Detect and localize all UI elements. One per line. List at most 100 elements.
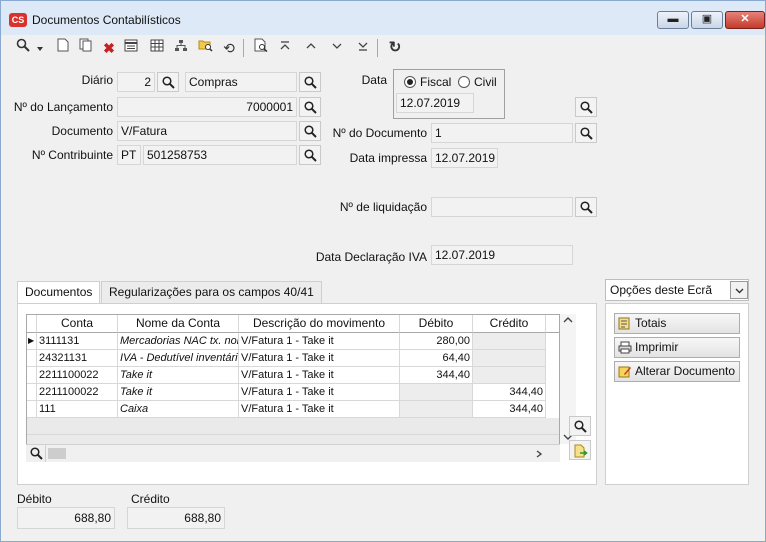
search-icon xyxy=(580,127,593,140)
ndoc-field[interactable]: 1 xyxy=(431,123,573,143)
scroll-right-icon xyxy=(536,450,542,458)
refresh-icon[interactable]: ⟲ xyxy=(219,38,239,58)
diario-code-field[interactable]: 2 xyxy=(117,72,155,92)
options-panel: Totais Imprimir Alterar Documento xyxy=(605,303,749,485)
col-header-nome[interactable]: Nome da Conta xyxy=(118,315,239,333)
cell-conta[interactable]: 2211100022 xyxy=(37,384,118,401)
imprimir-button[interactable]: Imprimir xyxy=(614,337,740,358)
cell-descricao[interactable]: V/Fatura 1 - Take it xyxy=(239,350,400,367)
ndoc-label: Nº do Documento xyxy=(332,126,427,140)
diario-search-button[interactable] xyxy=(157,72,179,92)
alterar-documento-button[interactable]: Alterar Documento xyxy=(614,361,740,382)
contribuinte-field[interactable]: 501258753 xyxy=(143,145,297,165)
cell-debito[interactable] xyxy=(400,384,473,401)
cell-conta[interactable]: 111 xyxy=(37,401,118,418)
print-preview-icon[interactable] xyxy=(251,38,271,58)
cell-nome[interactable]: Mercadorias NAC tx. normal xyxy=(118,333,239,350)
total-credito-label: Crédito xyxy=(131,492,170,506)
window-title: Documentos Contabilísticos xyxy=(32,13,181,27)
grid-search-button[interactable] xyxy=(26,445,46,462)
diario-name-field[interactable]: Compras xyxy=(185,72,297,92)
total-debito-label: Débito xyxy=(17,492,52,506)
cell-nome[interactable]: Caixa xyxy=(118,401,239,418)
cell-descricao[interactable]: V/Fatura 1 - Take it xyxy=(239,384,400,401)
folder-search-icon[interactable] xyxy=(195,38,215,58)
diario-name-search-button[interactable] xyxy=(299,72,321,92)
edit-document-icon xyxy=(618,366,631,378)
cell-nome[interactable]: IVA - Dedutível inventário xyxy=(118,350,239,367)
cell-conta[interactable]: 24321131 xyxy=(37,350,118,367)
data-iva-field[interactable]: 12.07.2019 xyxy=(431,245,573,265)
search-icon[interactable] xyxy=(13,38,33,58)
cell-descricao[interactable]: V/Fatura 1 - Take it xyxy=(239,367,400,384)
search-icon xyxy=(30,447,43,460)
app-logo-icon: CS xyxy=(9,13,27,27)
last-record-icon[interactable] xyxy=(353,38,373,58)
contribuinte-country-field[interactable]: PT xyxy=(117,145,141,165)
col-header-conta[interactable]: Conta xyxy=(37,315,118,333)
options-collapse-button[interactable] xyxy=(730,281,748,299)
previous-record-icon[interactable] xyxy=(301,38,321,58)
liquidacao-field[interactable] xyxy=(431,197,573,217)
export-button[interactable] xyxy=(569,440,591,460)
minimize-button[interactable]: ▬ xyxy=(657,11,689,29)
hierarchy-icon[interactable] xyxy=(171,38,191,58)
cell-nome[interactable]: Take it xyxy=(118,384,239,401)
tab-regularizacoes[interactable]: Regularizações para os campos 40/41 xyxy=(101,281,322,303)
next-record-icon[interactable] xyxy=(327,38,347,58)
col-header-filler xyxy=(546,315,559,333)
civil-radio[interactable] xyxy=(458,76,470,88)
imprimir-label: Imprimir xyxy=(635,340,679,354)
cell-descricao[interactable]: V/Fatura 1 - Take it xyxy=(239,401,400,418)
documento-field[interactable]: V/Fatura xyxy=(117,121,297,141)
total-credito-field: 688,80 xyxy=(127,507,225,529)
data-impressa-field[interactable]: 12.07.2019 xyxy=(431,148,498,168)
row-indicator xyxy=(27,384,37,401)
col-header-credito[interactable]: Crédito xyxy=(473,315,546,333)
lancamento-search-button[interactable] xyxy=(299,97,321,117)
date-field[interactable]: 12.07.2019 xyxy=(396,93,474,113)
form-area: Diário 2 Compras Nº do Lançamento 700000… xyxy=(1,61,765,541)
new-document-icon[interactable] xyxy=(53,38,73,58)
col-header-debito[interactable]: Débito xyxy=(400,315,473,333)
cell-credito[interactable] xyxy=(473,333,546,350)
cell-conta[interactable]: 2211100022 xyxy=(37,367,118,384)
printer-icon xyxy=(618,341,632,354)
cell-debito[interactable]: 64,40 xyxy=(400,350,473,367)
first-record-icon[interactable] xyxy=(275,38,295,58)
cell-credito[interactable] xyxy=(473,367,546,384)
date-search-button[interactable] xyxy=(575,97,597,117)
cell-debito[interactable]: 344,40 xyxy=(400,367,473,384)
maximize-button[interactable]: ▣ xyxy=(691,11,723,29)
row-indicator-header xyxy=(27,315,37,333)
cell-conta[interactable]: 3111131 xyxy=(37,333,118,350)
scroll-thumb[interactable] xyxy=(48,448,66,459)
cell-descricao[interactable]: V/Fatura 1 - Take it xyxy=(239,333,400,350)
grid-lookup-button[interactable] xyxy=(569,416,591,436)
cell-nome[interactable]: Take it xyxy=(118,367,239,384)
liquidacao-search-button[interactable] xyxy=(575,197,597,217)
search-icon xyxy=(574,420,587,433)
cell-debito[interactable] xyxy=(400,401,473,418)
empty-row[interactable] xyxy=(27,418,559,435)
cell-credito[interactable]: 344,40 xyxy=(473,384,546,401)
grid-horizontal-scrollbar[interactable] xyxy=(26,444,560,462)
cell-credito[interactable] xyxy=(473,350,546,367)
cell-credito[interactable]: 344,40 xyxy=(473,401,546,418)
close-button[interactable]: ✕ xyxy=(725,11,765,29)
fiscal-radio[interactable] xyxy=(404,76,416,88)
form-view-icon[interactable] xyxy=(121,38,141,58)
reload-icon[interactable]: ↻ xyxy=(385,38,405,58)
ndoc-search-button[interactable] xyxy=(575,123,597,143)
dropdown-icon[interactable] xyxy=(35,38,45,58)
cell-debito[interactable]: 280,00 xyxy=(400,333,473,350)
tab-documentos[interactable]: Documentos xyxy=(17,281,101,304)
delete-icon[interactable]: ✖ xyxy=(99,38,119,58)
options-header[interactable]: Opções deste Ecrã xyxy=(605,279,749,301)
fiscal-label: Fiscal xyxy=(420,75,452,89)
lancamento-field[interactable]: 7000001 xyxy=(117,97,297,117)
col-header-descricao[interactable]: Descrição do movimento xyxy=(239,315,400,333)
totais-button[interactable]: Totais xyxy=(614,313,740,334)
copy-icon[interactable] xyxy=(75,38,95,58)
grid-view-icon[interactable] xyxy=(147,38,167,58)
